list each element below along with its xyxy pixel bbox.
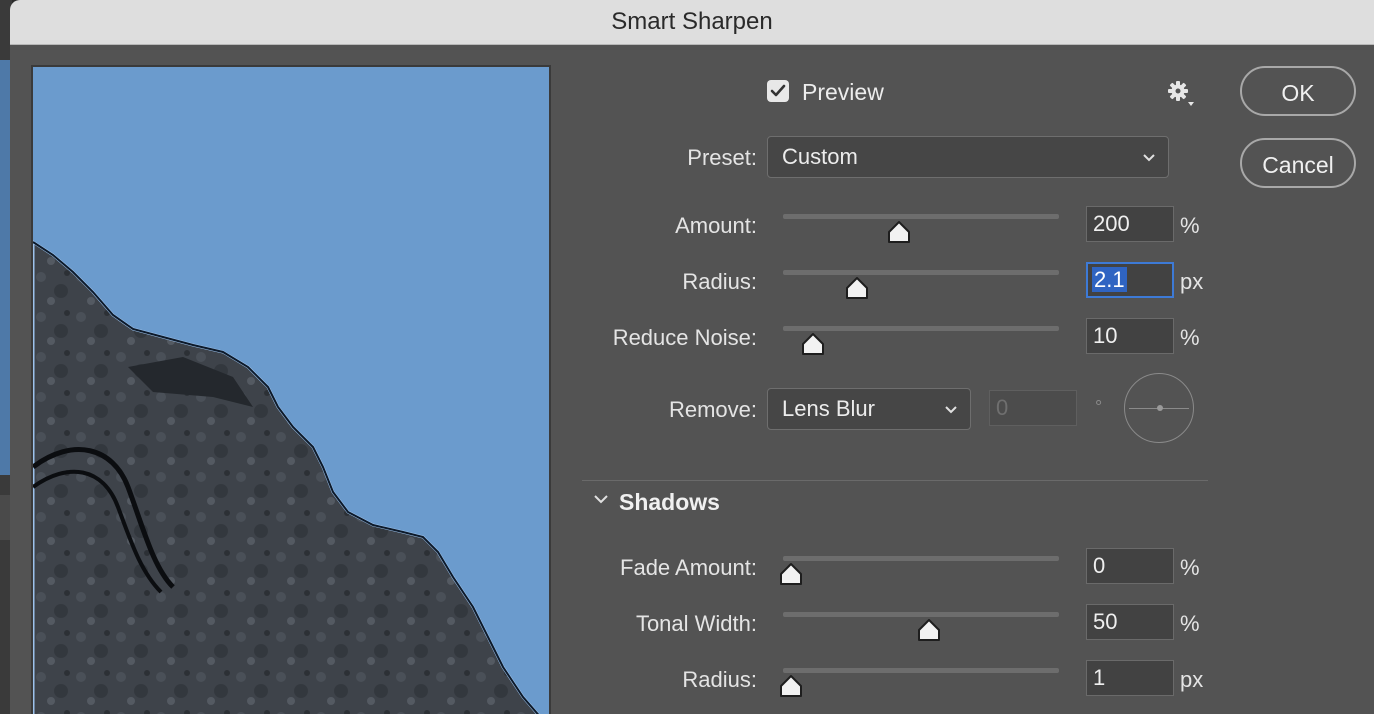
preview-label: Preview [802,79,884,105]
radius-unit: px [1180,269,1204,294]
chevron-down-icon [1143,154,1155,162]
preview-checkbox[interactable] [767,80,789,102]
tonal-width-unit: % [1180,611,1200,636]
preset-value: Custom [782,144,858,169]
radius-slider-track[interactable] [783,270,1059,275]
amount-slider-thumb[interactable] [886,220,912,244]
radius-slider-thumb[interactable] [844,276,870,300]
angle-input: 0 [989,390,1077,426]
shadows-radius-unit: px [1180,667,1204,692]
radius-input-selected-text: 2.1 [1092,267,1127,292]
ok-button[interactable]: OK [1240,66,1356,116]
angle-dial [1124,373,1194,443]
background-image-edge [0,60,10,475]
reduce-noise-input[interactable]: 10 [1086,318,1174,354]
gear-icon[interactable] [1165,80,1201,110]
remove-dropdown[interactable]: Lens Blur [767,388,971,430]
smart-sharpen-dialog: Smart Sharpen Preview OK Cancel Preset: … [10,0,1374,714]
fade-amount-slider-track[interactable] [783,556,1059,561]
dialog-title: Smart Sharpen [10,0,1374,45]
reduce-noise-slider-thumb[interactable] [800,332,826,356]
reduce-noise-unit: % [1180,325,1200,350]
amount-slider-track[interactable] [783,214,1059,219]
shadows-radius-input[interactable]: 1 [1086,660,1174,696]
amount-label: Amount: [675,213,757,238]
chevron-down-icon [945,406,957,414]
preset-label: Preset: [687,145,757,170]
reduce-noise-slider-track[interactable] [783,326,1059,331]
tonal-width-slider-track[interactable] [783,612,1059,617]
fade-amount-label: Fade Amount: [620,555,757,580]
fade-amount-unit: % [1180,555,1200,580]
tonal-width-label: Tonal Width: [635,611,757,636]
shadows-radius-slider-thumb[interactable] [778,674,804,698]
section-divider [582,480,1208,481]
remove-label: Remove: [668,397,757,422]
checkmark-icon [770,84,786,97]
cancel-button[interactable]: Cancel [1240,138,1356,188]
shadows-section-title[interactable]: Shadows [619,487,720,517]
remove-value: Lens Blur [782,396,875,421]
amount-input[interactable]: 200 [1086,206,1174,242]
reduce-noise-label: Reduce Noise: [612,325,757,350]
radius-label: Radius: [682,269,757,294]
radius-input[interactable]: 2.1 [1086,262,1174,298]
fade-amount-slider-thumb[interactable] [778,562,804,586]
background-image-edge-2 [0,495,10,540]
shadows-radius-slider-track[interactable] [783,668,1059,673]
shadows-radius-label: Radius: [682,667,757,692]
amount-unit: % [1180,213,1200,238]
preset-dropdown[interactable]: Custom [767,136,1169,178]
tonal-width-input[interactable]: 50 [1086,604,1174,640]
fade-amount-input[interactable]: 0 [1086,548,1174,584]
tonal-width-slider-thumb[interactable] [916,618,942,642]
chevron-down-icon[interactable] [592,492,610,508]
angle-unit: ° [1095,397,1103,417]
